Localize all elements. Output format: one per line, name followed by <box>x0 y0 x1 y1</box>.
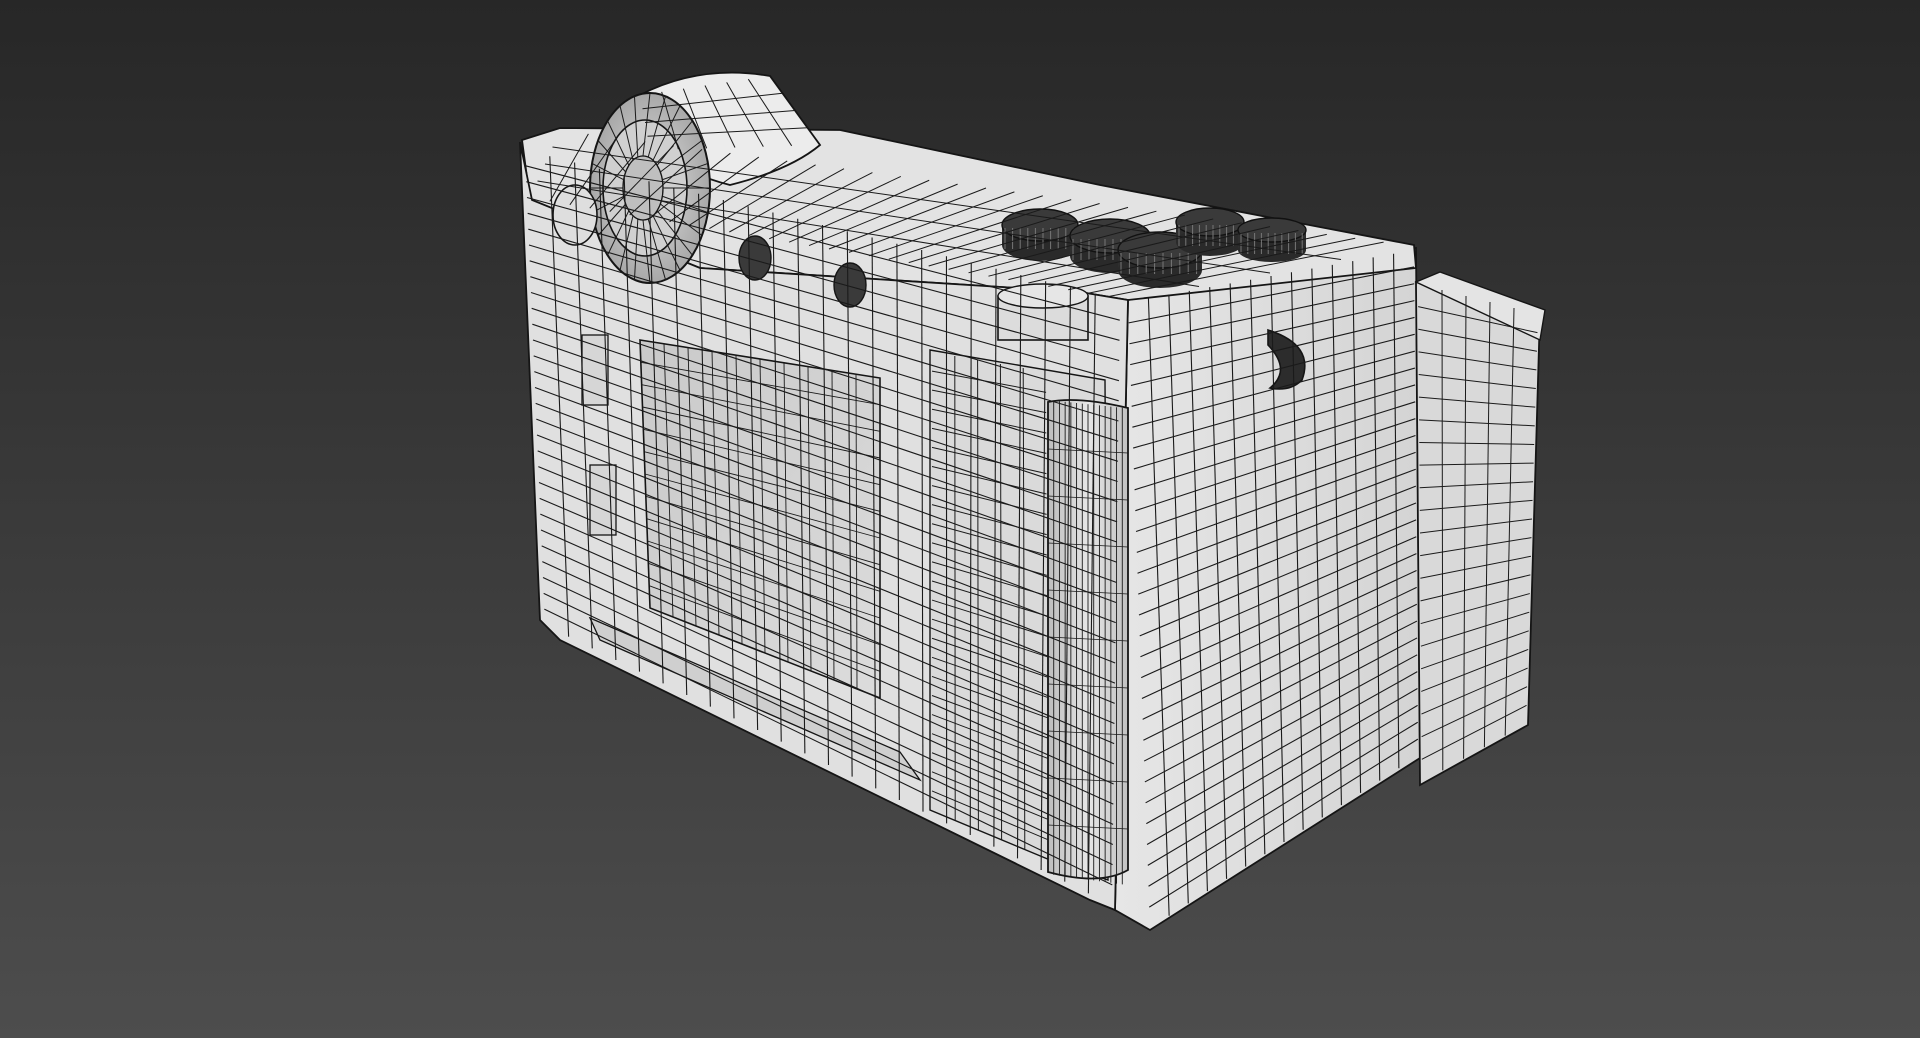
top-dial-4[interactable] <box>1175 207 1245 256</box>
top-hole-right <box>833 262 867 308</box>
viewport-canvas[interactable] <box>0 0 1920 1038</box>
side-button-lower[interactable] <box>589 464 617 536</box>
3d-viewport[interactable] <box>0 0 1920 1038</box>
lens-barrel[interactable] <box>589 92 711 284</box>
